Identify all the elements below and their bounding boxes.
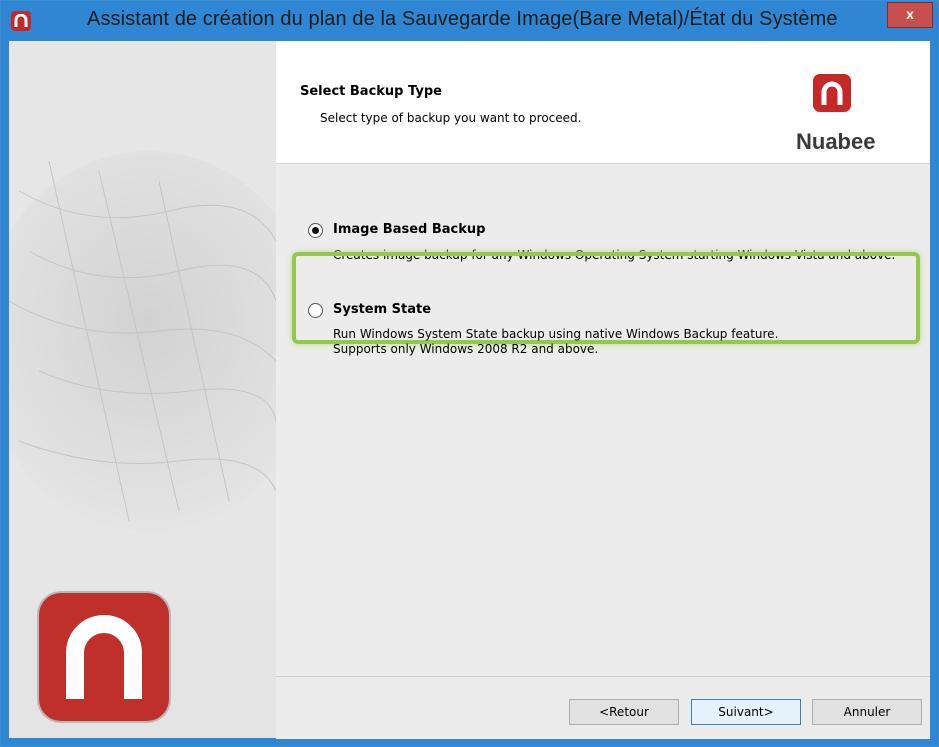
nuabee-large-logo <box>39 593 169 721</box>
wizard-footer: <Retour Suivant> Annuler <box>276 676 930 739</box>
image-based-backup-label[interactable]: Image Based Backup <box>333 222 485 237</box>
nuabee-logo-icon <box>813 74 851 112</box>
side-banner <box>9 41 276 738</box>
brand-name: Nuabee <box>796 129 876 154</box>
page-subtitle: Select type of backup you want to procee… <box>320 111 582 125</box>
system-state-radio[interactable] <box>308 303 323 318</box>
page-title: Select Backup Type <box>300 84 442 99</box>
nuabee-app-icon <box>11 11 31 31</box>
system-state-description-line1: Run Windows System State backup using na… <box>333 327 779 341</box>
image-based-backup-radio[interactable] <box>308 223 323 238</box>
title-bar[interactable]: Assistant de création du plan de la Sauv… <box>1 1 938 41</box>
wizard-header: Select Backup Type Select type of backup… <box>276 41 930 164</box>
next-button[interactable]: Suivant> <box>691 699 801 725</box>
wizard-body: Select Backup Type Select type of backup… <box>9 41 930 739</box>
cancel-button[interactable]: Annuler <box>812 699 922 725</box>
close-button[interactable]: x <box>887 2 933 28</box>
system-state-description-line2: Supports only Windows 2008 R2 and above. <box>333 342 599 356</box>
window-title: Assistant de création du plan de la Sauv… <box>87 8 838 30</box>
banner-artwork <box>9 41 276 601</box>
system-state-label[interactable]: System State <box>333 302 431 317</box>
wizard-window: Assistant de création du plan de la Sauv… <box>0 0 939 747</box>
back-button[interactable]: <Retour <box>569 699 679 725</box>
backup-type-options: Image Based Backup Creates image backup … <box>276 164 930 676</box>
